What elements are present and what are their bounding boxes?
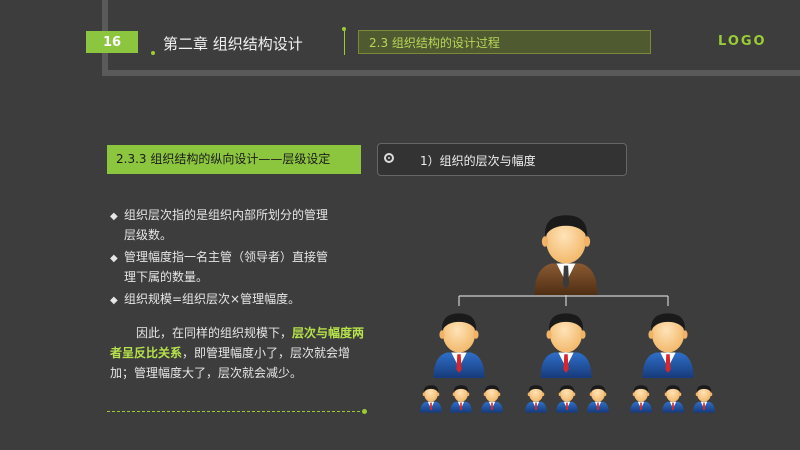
staff-person-icon [556, 385, 578, 413]
staff-person-icon [693, 385, 715, 413]
manager-person-icon [540, 313, 592, 378]
staff-person-icon [420, 385, 442, 413]
staff-person-icon [587, 385, 609, 413]
staff-person-icon [481, 385, 503, 413]
staff-person-icon [525, 385, 547, 413]
staff-person-icon [662, 385, 684, 413]
manager-person-icon [642, 313, 694, 378]
staff-person-icon [450, 385, 472, 413]
staff-person-icon [630, 385, 652, 413]
boss-person-icon [534, 215, 598, 295]
org-chart [420, 215, 715, 413]
manager-person-icon [433, 313, 485, 378]
